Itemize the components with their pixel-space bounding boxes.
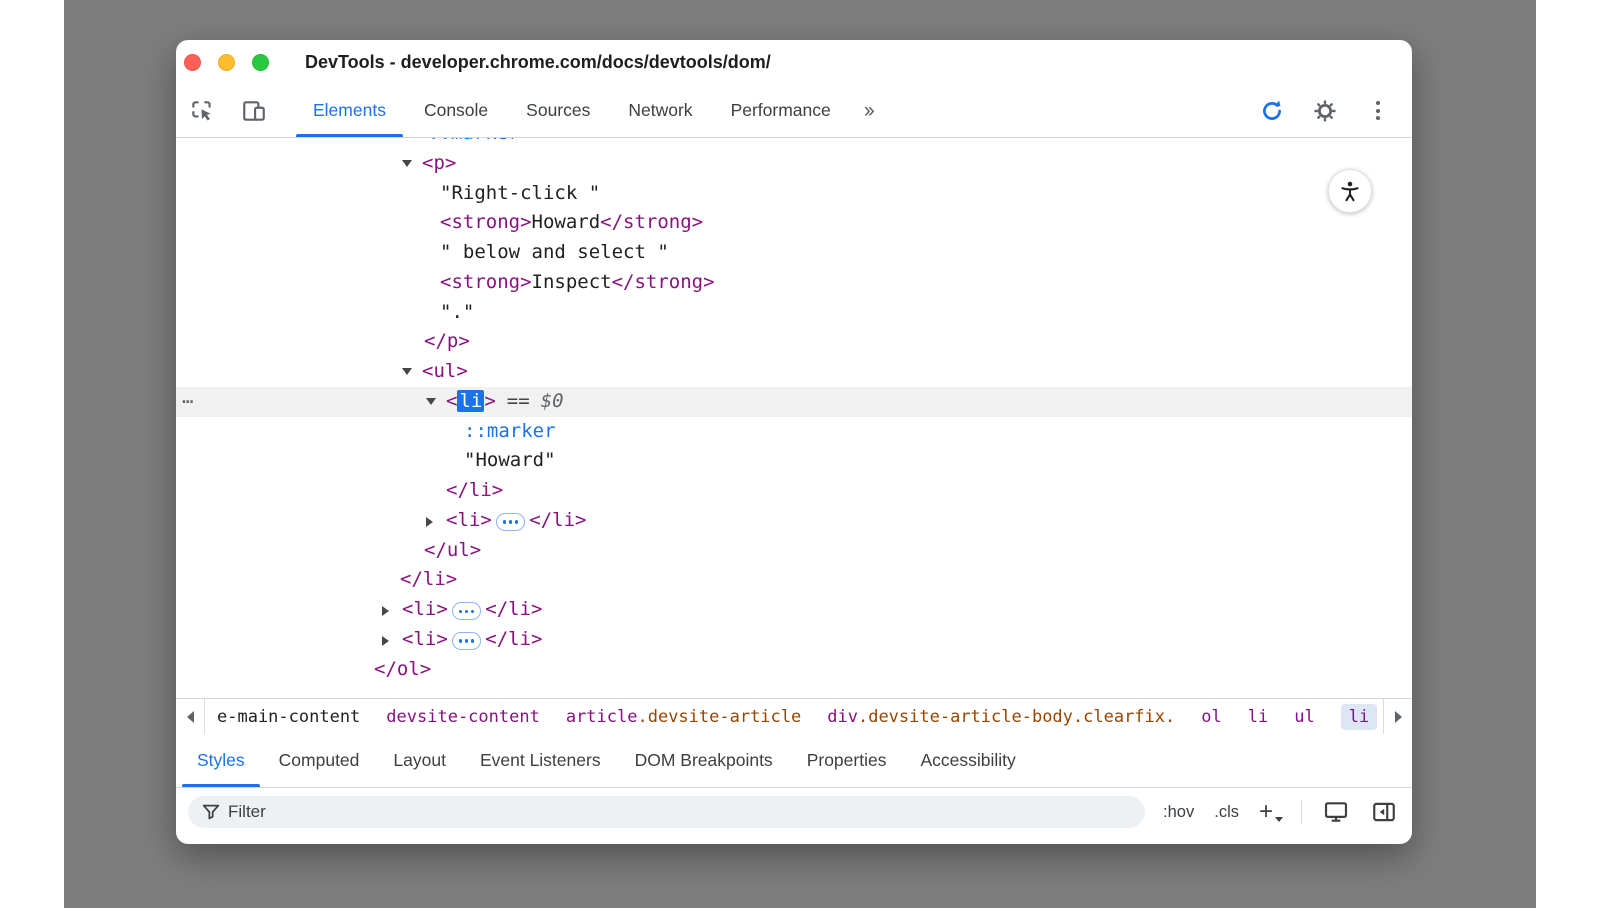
tree-row[interactable]: "." [176, 298, 1412, 328]
breadcrumb-item[interactable]: li [1248, 707, 1268, 727]
more-tabs-chevron-icon[interactable]: ›› [850, 84, 886, 137]
collapse-arrow-icon[interactable] [402, 357, 422, 387]
inspect-icon[interactable] [188, 97, 216, 125]
breadcrumb-item[interactable]: e-main-content [217, 707, 360, 727]
element-classes-button[interactable]: .cls [1214, 803, 1239, 822]
devtools-window: DevTools - developer.chrome.com/docs/dev… [176, 40, 1412, 844]
breadcrumb-scroll-left-icon[interactable] [176, 699, 205, 734]
tree-row[interactable]: <ul> [176, 357, 1412, 387]
breadcrumb-item-current[interactable]: li [1341, 704, 1377, 730]
expand-ellipsis-button[interactable] [452, 632, 482, 650]
expand-arrow-icon[interactable] [426, 506, 446, 536]
dom-tree: ::marker <p> "Right-click " <strong>Howa… [176, 138, 1412, 698]
tree-row[interactable]: "Howard" [176, 446, 1412, 476]
zoom-window-button[interactable] [252, 54, 269, 71]
breadcrumb-item[interactable]: div.devsite-article-body.clearfix. [827, 707, 1175, 727]
sidebar-toggle-icon[interactable] [1370, 798, 1398, 826]
expand-ellipsis-button[interactable] [496, 513, 526, 531]
sync-icon[interactable] [1258, 97, 1286, 125]
breadcrumb-item[interactable]: ul [1294, 707, 1314, 727]
breadcrumb-scroll-right-icon[interactable] [1383, 699, 1412, 734]
minimize-window-button[interactable] [218, 54, 235, 71]
expand-ellipsis-button[interactable] [452, 602, 482, 620]
devtools-toolbar: Elements Console Sources Network Perform… [176, 84, 1412, 138]
rendering-emulations-icon[interactable] [1322, 798, 1350, 826]
expand-arrow-icon[interactable] [382, 625, 402, 655]
tab-event-listeners[interactable]: Event Listeners [463, 734, 618, 787]
tab-console[interactable]: Console [405, 84, 507, 137]
tab-computed[interactable]: Computed [262, 734, 377, 787]
titlebar: DevTools - developer.chrome.com/docs/dev… [176, 40, 1412, 84]
expand-arrow-icon[interactable] [382, 595, 402, 625]
node-menu-ellipsis[interactable]: … [182, 383, 194, 413]
breadcrumb-bar: e-main-content devsite-content article.d… [176, 698, 1412, 734]
sidebar-tabs: Styles Computed Layout Event Listeners D… [176, 734, 1412, 788]
tree-row[interactable]: " below and select " [176, 238, 1412, 268]
tab-properties[interactable]: Properties [790, 734, 904, 787]
breadcrumb-item[interactable]: devsite-content [386, 707, 540, 727]
marker-pseudo-element[interactable]: ::marker [464, 420, 556, 442]
tree-row[interactable]: "Right-click " [176, 179, 1412, 209]
console-reference: $0 [541, 390, 564, 412]
tab-elements[interactable]: Elements [294, 84, 405, 137]
collapse-arrow-icon[interactable] [402, 149, 422, 179]
tree-row[interactable]: </li> [176, 565, 1412, 595]
tree-row[interactable]: </ol> [176, 655, 1412, 685]
tree-row[interactable]: <li></li> [176, 506, 1412, 536]
funnel-icon [200, 801, 222, 828]
tab-performance[interactable]: Performance [712, 84, 850, 137]
tab-layout[interactable]: Layout [376, 734, 463, 787]
breadcrumb: e-main-content devsite-content article.d… [205, 699, 1383, 734]
tree-row[interactable]: <li></li> [176, 595, 1412, 625]
tree-row[interactable]: </ul> [176, 536, 1412, 566]
tree-row[interactable]: </p> [176, 327, 1412, 357]
tab-dom-breakpoints[interactable]: DOM Breakpoints [618, 734, 790, 787]
tree-row-selected[interactable]: …<li>==$0 [176, 387, 1412, 417]
new-style-rule-button[interactable]: + [1259, 802, 1281, 822]
window-title: DevTools - developer.chrome.com/docs/dev… [305, 52, 771, 73]
tree-row[interactable]: <strong>Howard</strong> [176, 208, 1412, 238]
selected-tag-name[interactable]: li [457, 390, 484, 412]
tab-styles[interactable]: Styles [180, 734, 262, 787]
tab-accessibility[interactable]: Accessibility [903, 734, 1032, 787]
tree-row[interactable]: <li></li> [176, 625, 1412, 655]
traffic-lights [176, 54, 269, 71]
tree-row[interactable]: <strong>Inspect</strong> [176, 268, 1412, 298]
breadcrumb-item[interactable]: article.devsite-article [566, 707, 801, 727]
kebab-menu-icon[interactable] [1364, 97, 1392, 125]
close-window-button[interactable] [184, 54, 201, 71]
tab-network[interactable]: Network [609, 84, 711, 137]
styles-filter-bar: :hov .cls + [176, 788, 1412, 836]
tree-row[interactable]: ::marker [176, 417, 1412, 447]
toggle-element-state-button[interactable]: :hov [1163, 803, 1194, 822]
tree-row[interactable]: <p> [176, 149, 1412, 179]
divider [1301, 800, 1302, 824]
marker-pseudo-element[interactable]: ::marker [428, 138, 520, 144]
panel-tabs: Elements Console Sources Network Perform… [294, 84, 886, 137]
breadcrumb-item[interactable]: ol [1201, 707, 1221, 727]
gear-icon[interactable] [1311, 97, 1339, 125]
collapse-arrow-icon[interactable] [426, 387, 446, 417]
tab-sources[interactable]: Sources [507, 84, 609, 137]
tree-row[interactable]: </li> [176, 476, 1412, 506]
tree-row[interactable]: ::marker [176, 138, 1412, 149]
filter-input[interactable] [188, 796, 1145, 828]
device-toolbar-icon[interactable] [240, 97, 268, 125]
accessibility-button[interactable] [1328, 169, 1372, 213]
accessibility-person-icon [1338, 179, 1362, 203]
